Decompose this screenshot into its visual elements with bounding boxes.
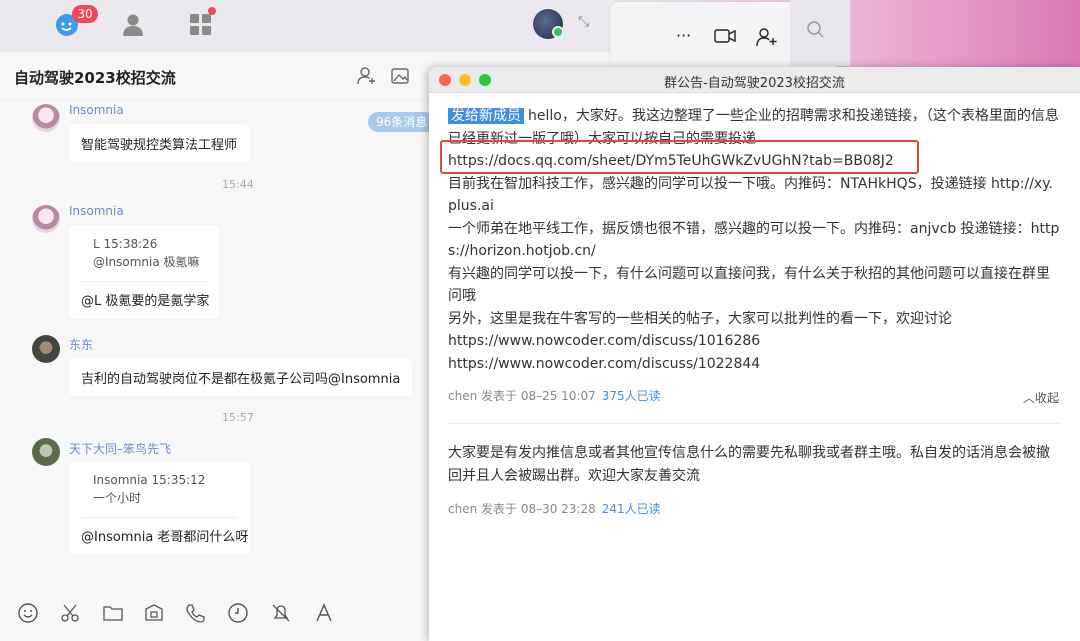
quote-divider	[81, 517, 237, 518]
add-friend-icon[interactable]	[756, 27, 778, 51]
folder-icon[interactable]	[102, 602, 126, 626]
time-divider: 15:57	[222, 411, 254, 424]
sender-name[interactable]: Insomnia	[69, 103, 124, 117]
message-bubble[interactable]: 吉利的自动驾驶岗位不是都在极氪子公司吗@Insomnia	[69, 358, 413, 396]
album-icon[interactable]	[390, 66, 410, 86]
message-text: 吉利的自动驾驶岗位不是都在极氪子公司吗@Insomnia	[81, 372, 401, 387]
scissors-icon[interactable]	[59, 602, 83, 626]
online-status-dot	[552, 26, 564, 38]
quote-body: 一个小时	[93, 491, 142, 505]
background-window-search	[790, 0, 850, 66]
avatar[interactable]	[32, 205, 60, 233]
screenshot-icon[interactable]	[143, 602, 167, 626]
window-title: 群公告-自动驾驶2023校招交流	[664, 76, 845, 91]
collapse-label: 收起	[1035, 391, 1060, 405]
quote-header: L 15:38:26	[93, 237, 158, 251]
chevron-up-icon: ︿	[1023, 391, 1036, 405]
new-member-tag: 发给新成员	[448, 108, 524, 124]
post-meta: chen 发表于 08–25 10:07 375人已读	[448, 387, 661, 404]
window-titlebar: 群公告-自动驾驶2023校招交流	[429, 67, 1080, 93]
time-divider: 15:44	[222, 178, 254, 191]
read-count[interactable]: 375人已读	[602, 389, 661, 403]
shrink-icon[interactable]: ⤡	[578, 14, 589, 30]
message-bubble[interactable]: L 15:38:26 @Insomnia 极氪嘛 @L 极氪要的是氪学家	[69, 225, 219, 319]
announcement-window: 群公告-自动驾驶2023校招交流 发给新成员 hello，大家好。我这边整理了一些…	[429, 67, 1080, 641]
post-meta: chen 发表于 08–30 23:28 241人已读	[448, 500, 661, 517]
emoji-icon[interactable]	[17, 602, 41, 626]
mute-bell-icon[interactable]	[270, 602, 294, 626]
avatar[interactable]	[32, 104, 60, 132]
unread-badge: 30	[72, 5, 98, 23]
unread-messages-pill[interactable]: 96条消息	[368, 112, 436, 132]
quote-divider	[81, 281, 207, 282]
post-author-date: chen 发表于 08–25 10:07	[448, 389, 596, 403]
avatar[interactable]	[32, 335, 60, 363]
message-text: 智能驾驶规控类算法工程师	[81, 138, 238, 153]
quoted-message[interactable]: Insomnia 15:35:12 一个小时	[81, 471, 237, 507]
add-member-icon[interactable]	[357, 66, 377, 86]
announcement-line: 有兴趣的同学可以投一下，有什么问题可以直接问我，有什么关于秋招的其他问题可以直接…	[448, 265, 1050, 305]
announcement-link[interactable]: https://www.nowcoder.com/discuss/1022844	[448, 356, 760, 372]
sender-name[interactable]: 天下大同–笨鸟先飞	[69, 440, 171, 457]
message-text: @L 极氪要的是氪学家	[81, 294, 210, 309]
message-bubble[interactable]: 智能驾驶规控类算法工程师	[69, 124, 250, 162]
announcement-line: 目前我在智加科技工作，感兴趣的同学可以投一下哦。内推码：NTAHkHQS，投递链…	[448, 175, 1053, 215]
chat-title: 自动驾驶2023校招交流	[14, 69, 176, 87]
message-text: @Insomnia 老哥都问什么呀	[81, 530, 249, 545]
announcement-content: 大家要是有发内推信息或者其他宣传信息什么的需要先私聊我或者群主哦。私自发的话消息…	[448, 442, 1060, 487]
clock-icon[interactable]	[227, 602, 251, 626]
video-call-icon[interactable]	[714, 28, 736, 48]
sender-name[interactable]: 东东	[69, 336, 93, 353]
collapse-button[interactable]: ︿收起	[1023, 389, 1059, 406]
sender-name[interactable]: Insomnia	[69, 204, 124, 218]
contacts-icon[interactable]	[118, 10, 148, 40]
search-icon[interactable]	[806, 20, 824, 42]
font-icon[interactable]	[313, 602, 337, 626]
announcement-line: 另外，这里是我在牛客写的一些相关的帖子，大家可以批判性的看一下，欢迎讨论	[448, 310, 952, 327]
apps-notification-dot	[208, 7, 216, 15]
announcement-line: 一个师弟在地平线工作，据反馈也很不错，感兴趣的可以投一下。内推码：anjvcb …	[448, 220, 1060, 260]
top-toolbar: 30 ⤡	[0, 0, 640, 52]
quote-header: Insomnia 15:35:12	[93, 473, 206, 487]
read-count[interactable]: 241人已读	[602, 502, 661, 516]
announcement-link[interactable]: https://www.nowcoder.com/discuss/1016286	[448, 333, 760, 349]
divider	[448, 423, 1060, 424]
phone-icon[interactable]	[184, 602, 208, 626]
post-author-date: chen 发表于 08–30 23:28	[448, 502, 596, 516]
avatar[interactable]	[32, 438, 60, 466]
message-bubble[interactable]: Insomnia 15:35:12 一个小时 @Insomnia 老哥都问什么呀	[69, 461, 249, 555]
announcement-line: 大家要是有发内推信息或者其他宣传信息什么的需要先私聊我或者群主哦。私自发的话消息…	[448, 445, 1050, 484]
quoted-message[interactable]: L 15:38:26 @Insomnia 极氪嘛	[81, 235, 207, 271]
highlight-box	[440, 140, 919, 174]
more-options-icon[interactable]: ···	[676, 26, 691, 45]
quote-body: @Insomnia 极氪嘛	[93, 255, 200, 269]
